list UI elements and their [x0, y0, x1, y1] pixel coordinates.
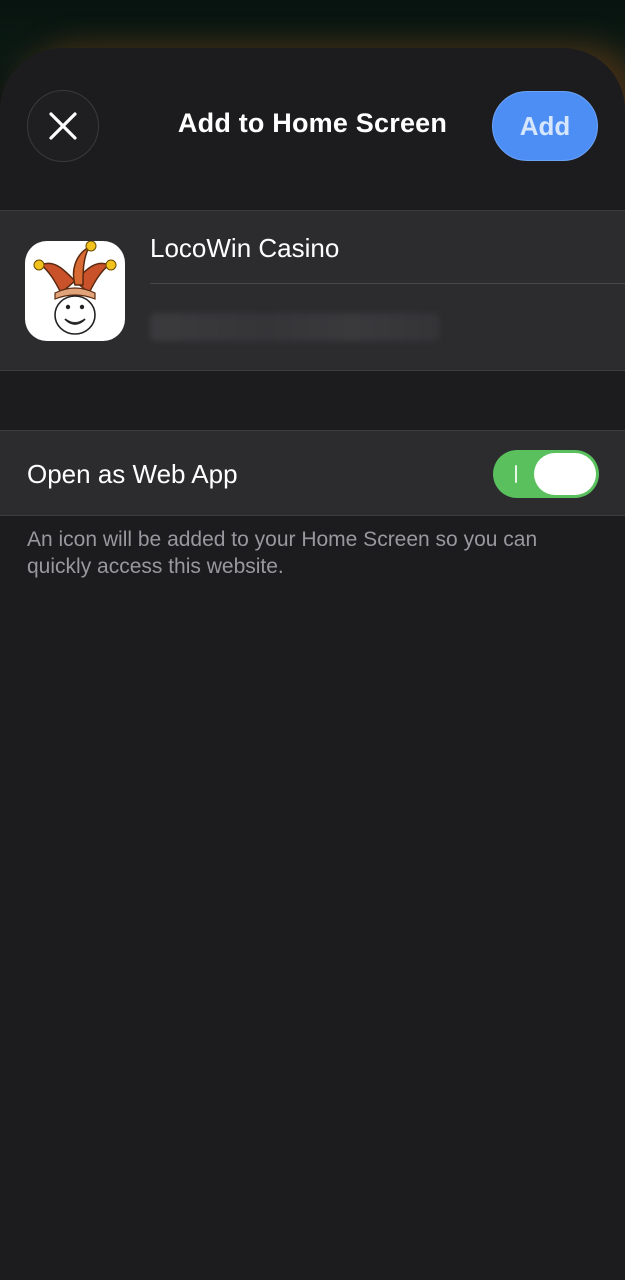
- app-name-field[interactable]: LocoWin Casino: [150, 233, 339, 264]
- toggle-knob: [534, 453, 596, 495]
- divider: [150, 283, 625, 284]
- web-app-toggle[interactable]: [493, 450, 599, 498]
- footnote-text: An icon will be added to your Home Scree…: [27, 528, 538, 578]
- web-app-row: Open as Web App: [0, 430, 625, 516]
- app-info-group: LocoWin Casino: [0, 210, 625, 371]
- toggle-on-indicator: [515, 465, 517, 483]
- jester-icon: [25, 241, 125, 341]
- app-url-field: [150, 313, 440, 341]
- web-app-label: Open as Web App: [27, 459, 238, 489]
- add-button[interactable]: Add: [492, 91, 598, 161]
- add-to-home-sheet: Add to Home Screen Add LocoWin Casino Op…: [0, 48, 625, 1280]
- sheet-header: Add to Home Screen Add: [0, 48, 625, 208]
